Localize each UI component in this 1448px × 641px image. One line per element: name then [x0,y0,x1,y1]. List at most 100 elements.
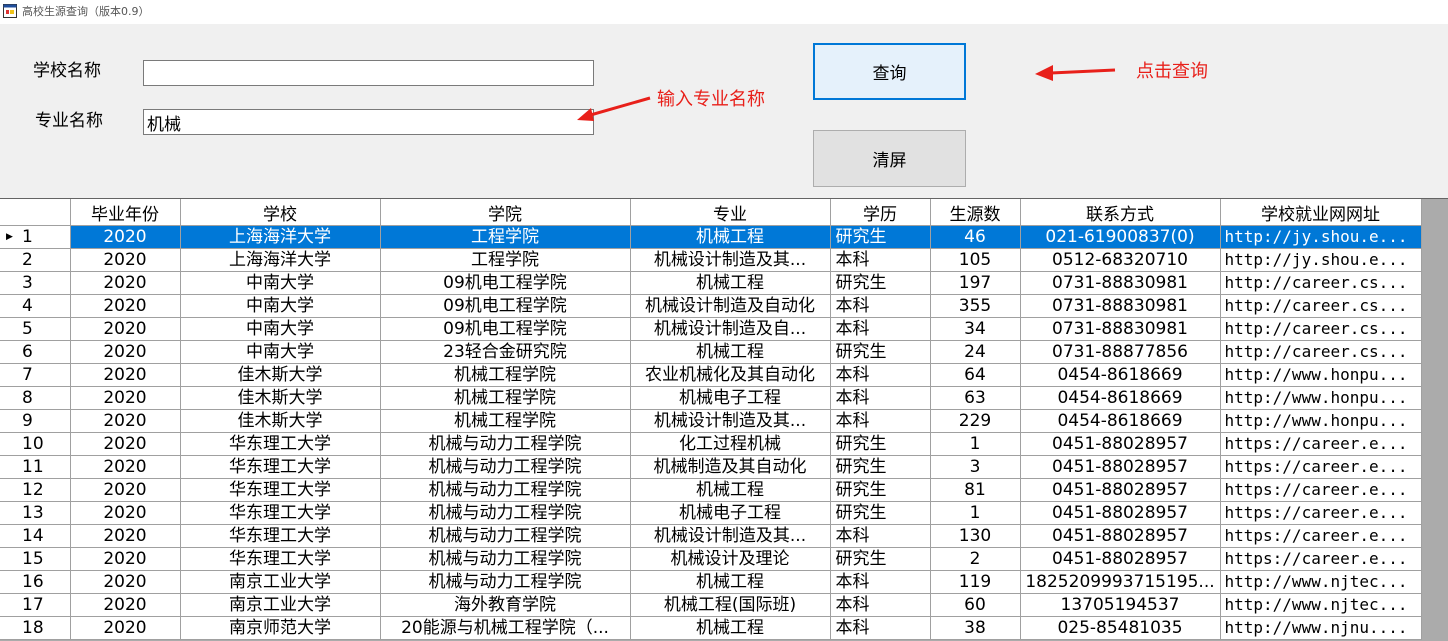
cell-major[interactable]: 农业机械化及其自动化 [630,363,831,387]
cell-school[interactable]: 佳木斯大学 [180,363,381,387]
cell-student-count[interactable]: 130 [930,524,1021,548]
cell-graduation-year[interactable]: 2020 [70,248,181,272]
cell-graduation-year[interactable]: 2020 [70,570,181,594]
cell-contact[interactable]: 13705194537 [1020,593,1221,617]
cell-student-count[interactable]: 81 [930,478,1021,502]
cell-student-count[interactable]: 1 [930,432,1021,456]
cell-school[interactable]: 南京工业大学 [180,570,381,594]
cell-row-header[interactable]: 17 [0,593,71,617]
cell-graduation-year[interactable]: 2020 [70,409,181,433]
cell-major[interactable]: 机械制造及其自动化 [630,455,831,479]
column-header-contact[interactable]: 联系方式 [1020,199,1221,226]
cell-major[interactable]: 化工过程机械 [630,432,831,456]
cell-degree[interactable]: 研究生 [830,340,931,364]
cell-school[interactable]: 华东理工大学 [180,524,381,548]
cell-degree[interactable]: 本科 [830,524,931,548]
cell-college[interactable]: 机械工程学院 [380,386,631,410]
table-row[interactable]: 17 2020 南京工业大学 海外教育学院 机械工程(国际班) 本科 60 137051945… [0,593,1422,617]
cell-row-header[interactable]: 15 [0,547,71,571]
cell-school[interactable]: 中南大学 [180,340,381,364]
cell-graduation-year[interactable]: 2020 [70,363,181,387]
cell-degree[interactable]: 研究生 [830,271,931,295]
cell-contact[interactable]: 0731-88830981 [1020,317,1221,341]
cell-row-header[interactable]: 5 [0,317,71,341]
cell-row-header[interactable]: ▶ 1 [0,225,71,249]
cell-school[interactable]: 华东理工大学 [180,501,381,525]
table-row[interactable]: 16 2020 南京工业大学 机械与动力工程学院 机械工程 本科 119 1825209993… [0,570,1422,594]
cell-student-count[interactable]: 63 [930,386,1021,410]
school-name-input[interactable] [143,60,594,86]
cell-college[interactable]: 机械与动力工程学院 [380,455,631,479]
cell-degree[interactable]: 本科 [830,616,931,640]
cell-row-header[interactable]: 7 [0,363,71,387]
cell-degree[interactable]: 本科 [830,248,931,272]
cell-career-site-url[interactable]: http://jy.shou.e... [1220,225,1422,249]
cell-degree[interactable]: 本科 [830,363,931,387]
cell-school[interactable]: 南京工业大学 [180,593,381,617]
table-row[interactable]: 6 2020 中南大学 23轻合金研究院 机械工程 研究生 24 0731-88877856 h… [0,340,1422,364]
cell-college[interactable]: 09机电工程学院 [380,317,631,341]
cell-student-count[interactable]: 60 [930,593,1021,617]
table-row[interactable]: 12 2020 华东理工大学 机械与动力工程学院 机械工程 研究生 81 0451-88028… [0,478,1422,502]
cell-college[interactable]: 机械工程学院 [380,409,631,433]
cell-row-header[interactable]: 16 [0,570,71,594]
cell-contact[interactable]: 0451-88028957 [1020,547,1221,571]
cell-degree[interactable]: 本科 [830,593,931,617]
cell-row-header[interactable]: 2 [0,248,71,272]
cell-college[interactable]: 机械与动力工程学院 [380,478,631,502]
cell-student-count[interactable]: 64 [930,363,1021,387]
cell-college[interactable]: 机械工程学院 [380,363,631,387]
cell-contact[interactable]: 0451-88028957 [1020,455,1221,479]
cell-career-site-url[interactable]: https://career.e... [1220,432,1422,456]
cell-contact[interactable]: 0731-88877856 [1020,340,1221,364]
table-row[interactable]: 14 2020 华东理工大学 机械与动力工程学院 机械设计制造及其... 本科 130 045… [0,524,1422,548]
table-row[interactable]: 5 2020 中南大学 09机电工程学院 机械设计制造及自... 本科 34 0731-888… [0,317,1422,341]
table-row[interactable]: 4 2020 中南大学 09机电工程学院 机械设计制造及自动化 本科 355 0731-888… [0,294,1422,318]
cell-contact[interactable]: 025-85481035 [1020,616,1221,640]
cell-row-header[interactable]: 18 [0,616,71,640]
cell-student-count[interactable]: 119 [930,570,1021,594]
cell-college[interactable]: 机械与动力工程学院 [380,432,631,456]
cell-degree[interactable]: 研究生 [830,432,931,456]
cell-degree[interactable]: 本科 [830,409,931,433]
cell-contact[interactable]: 0512-68320710 [1020,248,1221,272]
cell-career-site-url[interactable]: https://career.e... [1220,478,1422,502]
cell-major[interactable]: 机械电子工程 [630,386,831,410]
cell-graduation-year[interactable]: 2020 [70,386,181,410]
cell-college[interactable]: 09机电工程学院 [380,294,631,318]
table-row[interactable]: 2 2020 上海海洋大学 工程学院 机械设计制造及其... 本科 105 0512-6832… [0,248,1422,272]
column-header-degree[interactable]: 学历 [830,199,931,226]
cell-career-site-url[interactable]: https://career.e... [1220,524,1422,548]
cell-degree[interactable]: 本科 [830,294,931,318]
cell-graduation-year[interactable]: 2020 [70,225,181,249]
cell-career-site-url[interactable]: http://career.cs... [1220,317,1422,341]
cell-contact[interactable]: 1825209993715195... [1020,570,1221,594]
cell-contact[interactable]: 0451-88028957 [1020,524,1221,548]
cell-major[interactable]: 机械工程(国际班) [630,593,831,617]
cell-college[interactable]: 机械与动力工程学院 [380,570,631,594]
cell-row-header[interactable]: 3 [0,271,71,295]
cell-school[interactable]: 华东理工大学 [180,455,381,479]
cell-student-count[interactable]: 38 [930,616,1021,640]
cell-contact[interactable]: 021-61900837(0) [1020,225,1221,249]
cell-major[interactable]: 机械设计制造及自动化 [630,294,831,318]
cell-graduation-year[interactable]: 2020 [70,271,181,295]
cell-graduation-year[interactable]: 2020 [70,524,181,548]
cell-contact[interactable]: 0451-88028957 [1020,478,1221,502]
table-row[interactable]: 13 2020 华东理工大学 机械与动力工程学院 机械电子工程 研究生 1 0451-8802… [0,501,1422,525]
cell-student-count[interactable]: 197 [930,271,1021,295]
cell-college[interactable]: 工程学院 [380,248,631,272]
cell-school[interactable]: 上海海洋大学 [180,225,381,249]
cell-graduation-year[interactable]: 2020 [70,432,181,456]
cell-graduation-year[interactable]: 2020 [70,547,181,571]
table-row[interactable]: 3 2020 中南大学 09机电工程学院 机械工程 研究生 197 0731-88830981… [0,271,1422,295]
cell-major[interactable]: 机械设计制造及其... [630,248,831,272]
cell-student-count[interactable]: 229 [930,409,1021,433]
cell-graduation-year[interactable]: 2020 [70,455,181,479]
cell-college[interactable]: 20能源与机械工程学院（... [380,616,631,640]
cell-contact[interactable]: 0451-88028957 [1020,501,1221,525]
cell-major[interactable]: 机械工程 [630,340,831,364]
cell-career-site-url[interactable]: http://jy.shou.e... [1220,248,1422,272]
cell-student-count[interactable]: 24 [930,340,1021,364]
column-header-student-count[interactable]: 生源数 [930,199,1021,226]
